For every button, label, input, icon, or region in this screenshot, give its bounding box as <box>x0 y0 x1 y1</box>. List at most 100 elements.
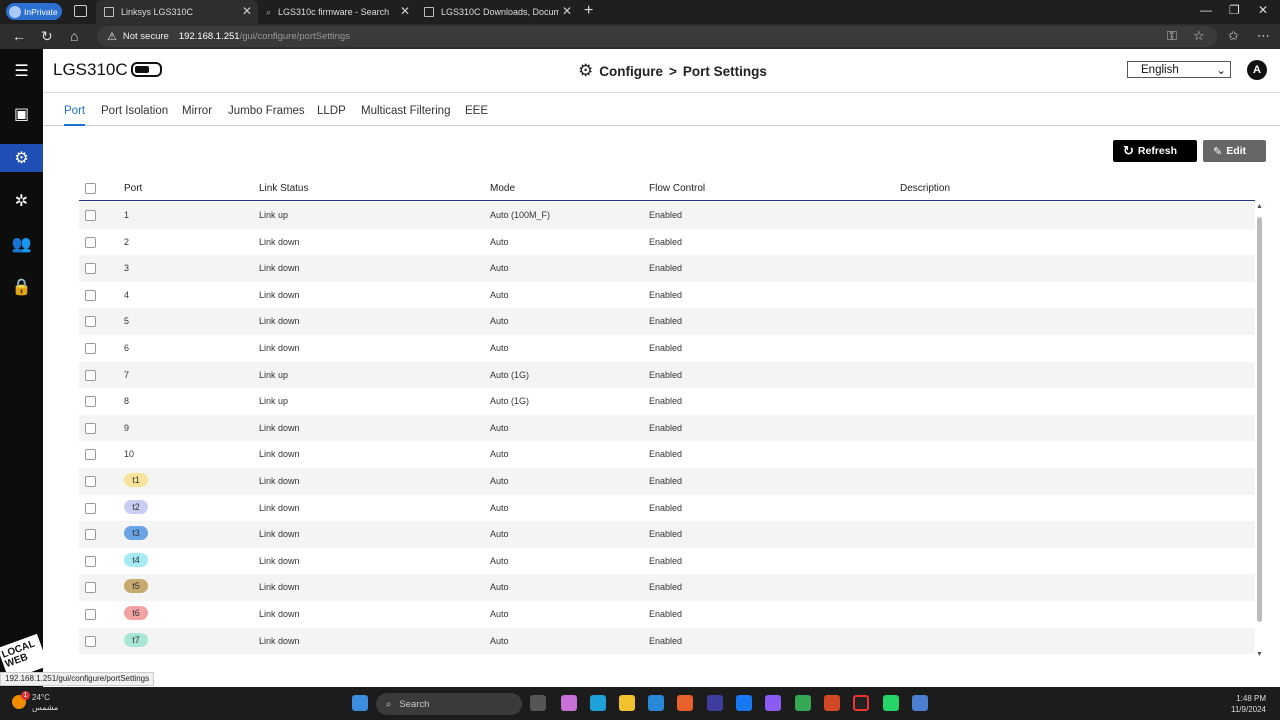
taskbar-search[interactable]: ⌕ Search <box>376 693 522 715</box>
row-checkbox[interactable] <box>85 609 96 620</box>
windows-start-icon[interactable] <box>352 695 368 711</box>
table-row[interactable]: t2 Link down Auto Enabled <box>79 495 1255 522</box>
favorites-icon[interactable]: ✩ <box>1228 28 1239 44</box>
row-checkbox[interactable] <box>85 582 96 594</box>
scroll-up-icon[interactable]: ▲ <box>1256 203 1263 210</box>
row-checkbox[interactable] <box>85 422 96 434</box>
column-mode[interactable]: Mode <box>490 183 515 194</box>
chrome-icon[interactable] <box>795 695 811 711</box>
system-clock[interactable]: 1:48 PM 11/9/2024 <box>1220 693 1266 715</box>
table-row[interactable]: 4 Link down Auto Enabled <box>79 282 1255 309</box>
scroll-down-icon[interactable]: ▼ <box>1256 651 1263 658</box>
close-tab-icon[interactable]: ✕ <box>400 4 410 18</box>
home-icon[interactable]: ⌂ <box>70 28 78 44</box>
powerpoint-icon[interactable] <box>824 695 840 711</box>
messenger-icon[interactable] <box>765 695 781 711</box>
table-row[interactable]: 2 Link down Auto Enabled <box>79 229 1255 256</box>
avatar[interactable]: A <box>1247 60 1267 80</box>
breadcrumb-section[interactable]: Configure <box>599 64 663 79</box>
tab-jumbo-frames[interactable]: Jumbo Frames <box>228 105 305 126</box>
scroll-thumb[interactable] <box>1257 217 1262 622</box>
weather-widget[interactable]: 1 24°C مشمس <box>12 691 58 713</box>
file-explorer-icon[interactable] <box>619 695 635 711</box>
column-description[interactable]: Description <box>900 183 950 194</box>
table-row[interactable]: t7 Link down Auto Enabled <box>79 627 1255 655</box>
back-icon[interactable]: ← <box>12 28 26 44</box>
row-checkbox[interactable] <box>85 449 96 461</box>
row-checkbox[interactable] <box>85 529 96 541</box>
row-checkbox[interactable] <box>85 316 96 328</box>
column-link-status[interactable]: Link Status <box>259 183 308 194</box>
row-checkbox[interactable] <box>85 343 96 354</box>
tab-search[interactable]: ⌕ LGS310c firmware - Search ✕ <box>258 0 416 24</box>
more-menu-icon[interactable]: ⋯ <box>1257 28 1270 44</box>
configure-gear-icon[interactable]: ⚙ <box>0 144 43 172</box>
lock-icon[interactable]: 🔒 <box>0 273 43 301</box>
table-row[interactable]: 8 Link up Auto (1G) Enabled <box>79 388 1255 415</box>
refresh-button[interactable]: ↻ Refresh <box>1113 140 1197 162</box>
firefox-icon[interactable] <box>677 695 693 711</box>
row-checkbox[interactable] <box>85 369 96 381</box>
task-view-icon[interactable] <box>530 695 546 711</box>
column-port[interactable]: Port <box>124 183 142 194</box>
visual-studio-icon[interactable] <box>707 695 723 711</box>
tab-mirror[interactable]: Mirror <box>182 105 212 126</box>
table-scrollbar[interactable]: ▲ ▼ <box>1256 203 1264 661</box>
row-checkbox[interactable] <box>85 555 96 567</box>
dashboard-icon[interactable]: ▣ <box>0 100 43 128</box>
row-checkbox[interactable] <box>85 476 96 487</box>
facebook-icon[interactable] <box>736 695 752 711</box>
maximize-icon[interactable]: ❐ <box>1229 3 1240 17</box>
edit-button[interactable]: ✎ Edit <box>1203 140 1266 162</box>
language-select[interactable]: English ⌄ <box>1127 61 1231 78</box>
tab-port[interactable]: Port <box>64 105 86 126</box>
select-all-checkbox[interactable] <box>85 183 96 194</box>
inprivate-badge[interactable]: InPrivate <box>6 3 62 20</box>
table-row[interactable]: t4 Link down Auto Enabled <box>79 548 1255 575</box>
network-topology-icon[interactable]: ✲ <box>0 187 43 215</box>
tab-port-isolation[interactable]: Port Isolation <box>101 105 168 126</box>
edge-icon[interactable] <box>590 695 606 711</box>
reload-icon[interactable]: ↻ <box>41 28 53 45</box>
row-checkbox[interactable] <box>85 635 96 647</box>
hamburger-menu-icon[interactable]: ☰ <box>0 57 43 85</box>
table-row[interactable]: t1 Link down Auto Enabled <box>79 468 1255 495</box>
row-checkbox[interactable] <box>85 263 96 275</box>
minimize-icon[interactable]: — <box>1200 3 1212 17</box>
table-row[interactable]: t5 Link down Auto Enabled <box>79 574 1255 601</box>
close-tab-icon[interactable]: ✕ <box>562 4 572 18</box>
table-row[interactable]: 6 Link down Auto Enabled <box>79 335 1255 362</box>
table-row[interactable]: 1 Link up Auto (100M_F) Enabled <box>79 202 1255 229</box>
key-icon[interactable]: ⚿ <box>1167 28 1177 44</box>
whatsapp-icon[interactable] <box>883 695 899 711</box>
table-row[interactable]: 3 Link down Auto Enabled <box>79 255 1255 282</box>
row-checkbox[interactable] <box>85 396 96 408</box>
row-checkbox[interactable] <box>85 502 96 514</box>
column-flow-control[interactable]: Flow Control <box>649 183 705 194</box>
tab-lldp[interactable]: LLDP <box>317 105 346 126</box>
users-icon[interactable]: 👥 <box>0 230 43 258</box>
recorder-icon[interactable] <box>853 695 869 711</box>
tab-multicast-filtering[interactable]: Multicast Filtering <box>361 105 450 126</box>
table-row[interactable]: t3 Link down Auto Enabled <box>79 521 1255 548</box>
row-checkbox[interactable] <box>85 289 96 301</box>
tab-downloads[interactable]: LGS310C Downloads, Documents ✕ <box>416 0 578 24</box>
copilot-icon[interactable] <box>561 695 577 711</box>
table-row[interactable]: 5 Link down Auto Enabled <box>79 308 1255 335</box>
table-row[interactable]: 10 Link down Auto Enabled <box>79 441 1255 468</box>
tab-actions-icon[interactable] <box>74 5 87 17</box>
row-checkbox[interactable] <box>85 236 96 248</box>
table-row[interactable]: 9 Link down Auto Enabled <box>79 414 1255 442</box>
address-bar[interactable]: ⚠ Not secure 192.168.1.251 /gui/configur… <box>97 26 1217 47</box>
tab-linksys[interactable]: Linksys LGS310C ✕ <box>96 0 258 24</box>
row-checkbox[interactable] <box>85 210 96 221</box>
close-window-icon[interactable]: ✕ <box>1258 3 1268 17</box>
table-row[interactable]: 7 Link up Auto (1G) Enabled <box>79 361 1255 389</box>
store-icon[interactable] <box>648 695 664 711</box>
app-icon[interactable] <box>912 695 928 711</box>
favorite-star-icon[interactable]: ☆ <box>1193 28 1205 44</box>
new-tab-button[interactable]: + <box>584 2 593 20</box>
tab-eee[interactable]: EEE <box>465 105 488 126</box>
table-row[interactable]: t6 Link down Auto Enabled <box>79 601 1255 628</box>
close-tab-icon[interactable]: ✕ <box>242 4 252 18</box>
